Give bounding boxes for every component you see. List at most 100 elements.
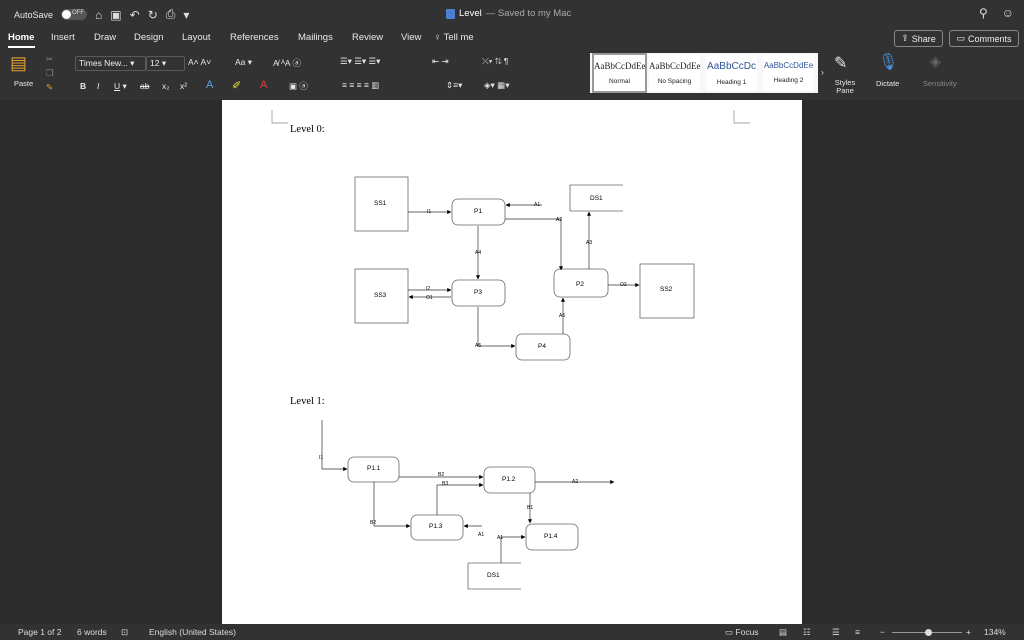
bullets-icon[interactable]: ☰▾ ☰▾ ☰▾ (340, 56, 380, 67)
style-normal[interactable]: AaBbCcDdEe Normal (592, 53, 647, 93)
zoom-in-icon[interactable]: + (966, 627, 971, 637)
draft-icon[interactable]: ≡ (855, 627, 860, 637)
word-count[interactable]: 6 words (77, 627, 107, 637)
tell-me[interactable]: ♀ Tell me (434, 32, 474, 43)
flow-a5: A5 (475, 343, 482, 349)
style-no-spacing[interactable]: AaBbCcDdEe No Spacing (649, 55, 701, 91)
subscript-icon[interactable]: x₂ (162, 81, 170, 91)
dictate-label[interactable]: Dictate (876, 79, 899, 88)
page-count[interactable]: Page 1 of 2 (18, 627, 61, 637)
microphone-icon[interactable]: 🎙 (878, 52, 898, 72)
customize-toolbar-icon[interactable]: ▾ (183, 8, 189, 22)
paste-label[interactable]: Paste (14, 79, 33, 88)
language[interactable]: English (United States) (149, 627, 236, 637)
font-name-select[interactable]: Times New... ▾ (75, 56, 146, 71)
underline-icon[interactable]: U ▾ (114, 81, 127, 92)
style-heading-1[interactable]: AaBbCcDc Heading 1 (706, 55, 757, 91)
outline-icon[interactable]: ☰ (832, 627, 840, 638)
cut-icon[interactable]: ✂ (46, 54, 53, 65)
char-shading-icon[interactable]: ▣ ⓐ (289, 80, 308, 92)
tab-design[interactable]: Design (134, 32, 164, 43)
italic-icon[interactable]: I (97, 81, 99, 91)
node-p2: P2 (576, 281, 584, 288)
print-layout-icon[interactable]: ▤ (779, 627, 787, 638)
redo-icon[interactable]: ↻ (148, 8, 158, 22)
font-color-icon[interactable]: A (260, 79, 267, 91)
comments-button[interactable]: ▭ Comments (949, 30, 1019, 47)
clear-format-icon[interactable]: A̸ ᴬA ⓐ (273, 57, 301, 69)
bold-icon[interactable]: B (80, 81, 86, 91)
tab-home[interactable]: Home (8, 32, 34, 43)
status-bar: Page 1 of 2 6 words ⊡ English (United St… (0, 624, 1024, 640)
save-status[interactable]: — Saved to my Mac (486, 8, 572, 19)
shading-border-icon[interactable]: ◈▾ ▦▾ (484, 80, 509, 91)
web-layout-icon[interactable]: ☷ (803, 627, 811, 638)
indent-icon[interactable]: ⇤ ⇥ (432, 56, 449, 67)
document-title: Level — Saved to my Mac (446, 8, 571, 19)
tab-references[interactable]: References (230, 32, 279, 43)
flow-o1: O1 (426, 295, 433, 301)
heading-level-1: Level 1: (290, 396, 325, 407)
sensitivity-label[interactable]: Sensitivity (923, 79, 957, 88)
focus-button[interactable]: ▭ Focus (725, 627, 759, 638)
zoom-out-icon[interactable]: − (880, 627, 885, 637)
search-icon[interactable]: ⚲ (979, 6, 988, 20)
tab-layout[interactable]: Layout (182, 32, 211, 43)
document-page[interactable]: Level 0: Level 1: SS1 P1 DS1 SS3 P3 P2 S… (222, 100, 802, 624)
level0-diagram (354, 176, 695, 361)
print-icon[interactable]: ⎙ (166, 7, 176, 22)
grow-font-icon[interactable]: A˄ A˅ (188, 57, 211, 67)
save-icon[interactable]: ▣ (110, 8, 121, 22)
proofing-icon[interactable]: ⊡ (121, 627, 128, 638)
align-icons[interactable]: ≡ ≡ ≡ ≡ ▥ (342, 80, 379, 91)
copy-icon[interactable]: ❐ (46, 68, 54, 79)
node-p3: P3 (474, 289, 482, 296)
paste-icon[interactable]: ▤ (10, 53, 27, 74)
flow-l1-b2: B2 (438, 472, 445, 478)
node-p4: P4 (538, 343, 546, 350)
undo-icon[interactable]: ↶ (130, 8, 140, 22)
flow-a6: A6 (559, 313, 566, 319)
node-p1-1: P1.1 (367, 465, 381, 472)
home-icon[interactable]: ⌂ (95, 8, 102, 22)
styles-pane-label[interactable]: Styles Pane (832, 79, 858, 95)
tab-view[interactable]: View (401, 32, 421, 43)
tab-insert[interactable]: Insert (51, 32, 75, 43)
styles-more-icon[interactable]: › (821, 67, 824, 77)
style-heading-2[interactable]: AaBbCcDdEe Heading 2 (763, 55, 814, 91)
account-icon[interactable]: ☺ (1002, 6, 1014, 20)
superscript-icon[interactable]: x² (180, 81, 187, 91)
node-ss1: SS1 (374, 200, 387, 207)
styles-pane-icon[interactable]: ✎ (834, 53, 847, 73)
flow-l1-b1: B1 (527, 505, 534, 511)
flow-o2: O2 (620, 282, 627, 288)
lightbulb-icon: ♀ (434, 32, 444, 43)
text-effects-icon[interactable]: A (206, 79, 213, 91)
strikethrough-icon[interactable]: ab (140, 81, 149, 91)
share-button[interactable]: ⇪ Share (894, 30, 943, 47)
node-p1-4: P1.4 (544, 533, 558, 540)
highlight-icon[interactable]: ✐ (232, 79, 241, 92)
flow-l1-i1: I1 (319, 455, 324, 461)
flow-l1-b2-lower: B2 (370, 520, 377, 526)
tab-draw[interactable]: Draw (94, 32, 116, 43)
sensitivity-icon[interactable]: ◈ (930, 53, 941, 70)
sort-icon[interactable]: ⤫▾ ⇅ ¶ (482, 56, 508, 67)
line-spacing-icon[interactable]: ⇕≡▾ (446, 80, 462, 91)
tab-review[interactable]: Review (352, 32, 383, 43)
tab-mailings[interactable]: Mailings (298, 32, 333, 43)
node-ss3: SS3 (374, 292, 387, 299)
flow-a1: A1 (534, 202, 541, 208)
title-bar: AutoSave OFF ⌂ ▣ ↶ ↻ ⎙ ▾ Level — Saved t… (0, 0, 1024, 27)
share-icon: ⇪ (901, 33, 909, 43)
change-case-icon[interactable]: Aa ▾ (235, 57, 252, 68)
font-size-select[interactable]: 12 ▾ (146, 56, 185, 71)
node-p1-2: P1.2 (502, 476, 516, 483)
autosave-toggle[interactable]: OFF (61, 9, 88, 20)
styles-gallery: AaBbCcDdEe Normal AaBbCcDdEe No Spacing Aa… (590, 53, 818, 93)
format-painter-icon[interactable]: ✎ (46, 82, 53, 93)
zoom-slider[interactable] (892, 629, 962, 636)
doc-title-text: Level (459, 8, 482, 19)
zoom-level[interactable]: 134% (984, 627, 1006, 637)
zoom-slider-thumb[interactable] (925, 629, 932, 636)
